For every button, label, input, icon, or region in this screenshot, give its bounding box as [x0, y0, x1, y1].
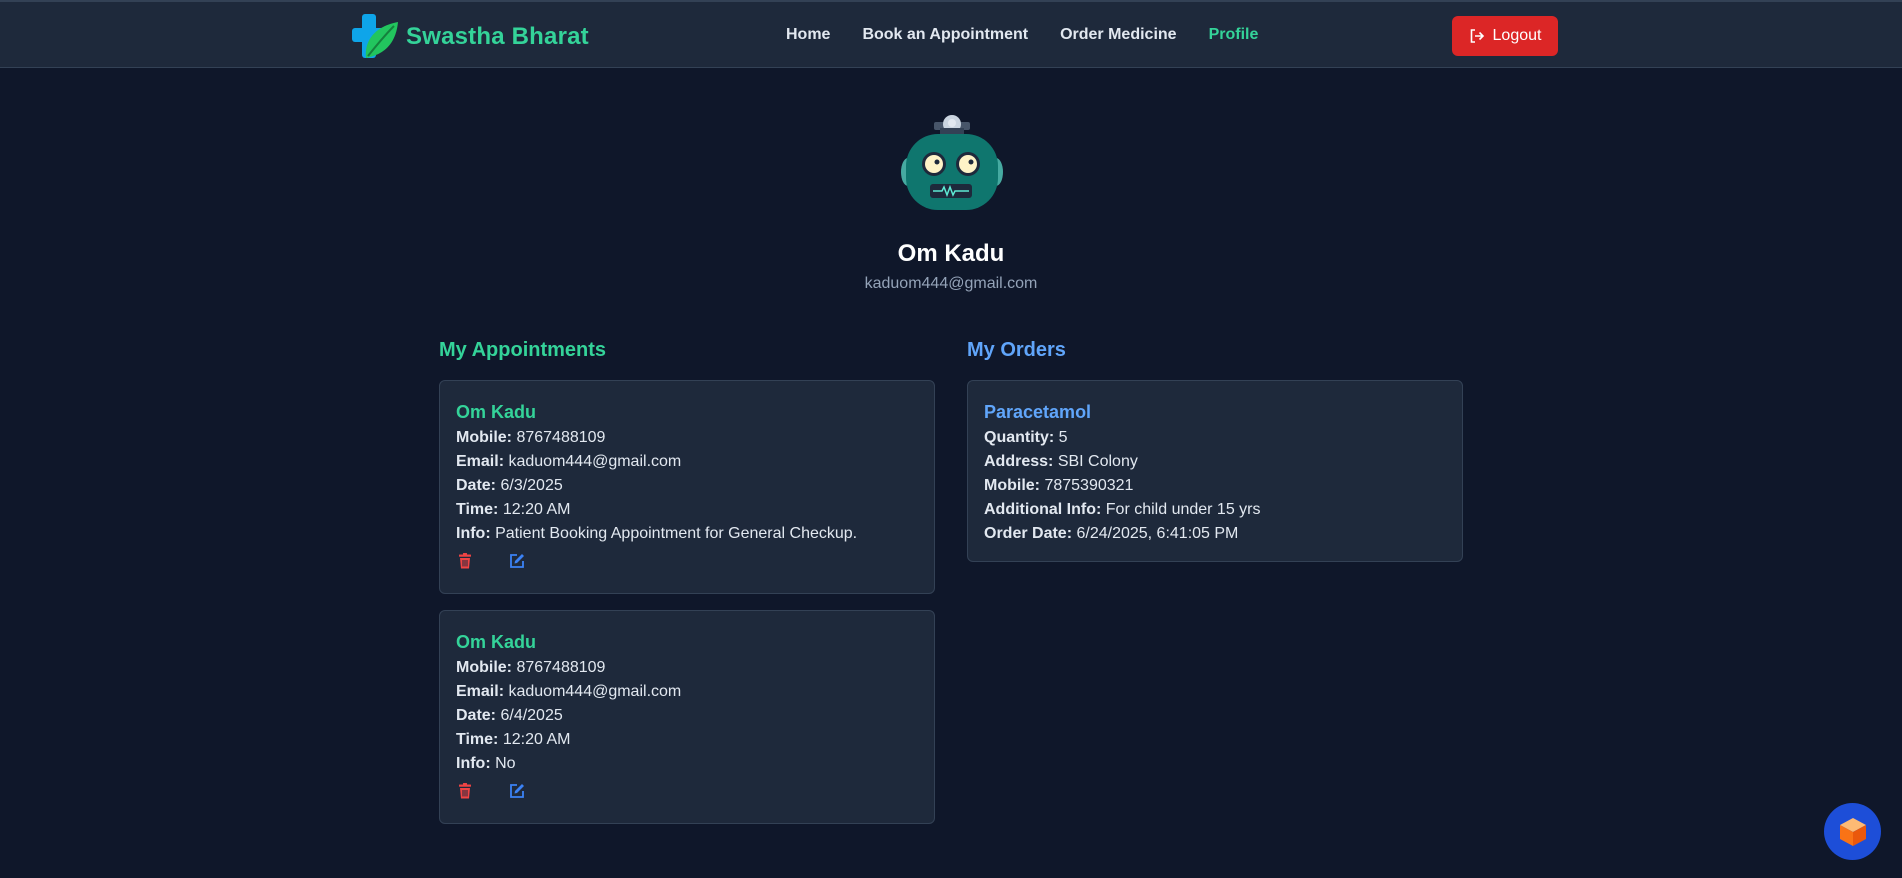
trash-icon[interactable]: [456, 782, 474, 800]
order-medicine-name: Paracetamol: [984, 402, 1092, 422]
appointment-time: Time: 12:20 AM: [456, 501, 571, 518]
logout-icon: [1470, 29, 1484, 43]
nav-links: Home Book an Appointment Order Medicine …: [786, 2, 1290, 68]
order-card: Paracetamol Quantity: 5 Address: SBI Col…: [967, 380, 1463, 562]
appointment-actions: [456, 552, 918, 570]
appointments-heading: My Appointments: [439, 339, 607, 361]
appointment-info: Info: Patient Booking Appointment for Ge…: [456, 525, 858, 542]
logout-label: Logout: [1492, 27, 1542, 44]
appointment-date: Date: 6/4/2025: [456, 707, 563, 724]
floating-action-button[interactable]: [1824, 803, 1881, 860]
appointment-card: Om Kadu Mobile: 8767488109 Email: kaduom…: [439, 610, 935, 824]
nav-book-appointment[interactable]: Book an Appointment: [862, 26, 1028, 44]
brand[interactable]: Swastha Bharat: [352, 12, 589, 62]
logout-button[interactable]: Logout: [1452, 16, 1558, 56]
nav-order-medicine[interactable]: Order Medicine: [1060, 26, 1176, 44]
nav-home[interactable]: Home: [786, 26, 830, 44]
edit-icon[interactable]: [508, 782, 526, 800]
appointment-name: Om Kadu: [456, 402, 537, 422]
orders-heading: My Orders: [967, 339, 1066, 361]
profile-name: Om Kadu: [897, 240, 1005, 267]
appointment-name: Om Kadu: [456, 632, 537, 652]
cross-leaf-logo-icon: [352, 14, 398, 58]
appointment-date: Date: 6/3/2025: [456, 477, 563, 494]
order-date: Order Date: 6/24/2025, 6:41:05 PM: [984, 525, 1239, 542]
profile-email: kaduom444@gmail.com: [864, 275, 1038, 292]
appointment-actions: [456, 782, 918, 800]
order-quantity: Quantity: 5: [984, 429, 1068, 446]
appointment-mobile: Mobile: 8767488109: [456, 659, 606, 676]
robot-avatar-icon: [901, 115, 1003, 210]
appointment-info: Info: No: [456, 755, 516, 772]
nav-profile[interactable]: Profile: [1209, 26, 1259, 44]
appointment-card: Om Kadu Mobile: 8767488109 Email: kaduom…: [439, 380, 935, 594]
order-address: Address: SBI Colony: [984, 453, 1138, 470]
edit-icon[interactable]: [508, 552, 526, 570]
navbar: Swastha Bharat Home Book an Appointment …: [0, 2, 1902, 68]
trash-icon[interactable]: [456, 552, 474, 570]
appointment-email: Email: kaduom444@gmail.com: [456, 453, 682, 470]
appointment-time: Time: 12:20 AM: [456, 731, 571, 748]
order-additional-info: Additional Info: For child under 15 yrs: [984, 501, 1261, 518]
brand-name: Swastha Bharat: [406, 23, 589, 50]
appointment-mobile: Mobile: 8767488109: [456, 429, 606, 446]
order-mobile: Mobile: 7875390321: [984, 477, 1134, 494]
cube-icon: [1839, 817, 1866, 846]
appointment-email: Email: kaduom444@gmail.com: [456, 683, 682, 700]
